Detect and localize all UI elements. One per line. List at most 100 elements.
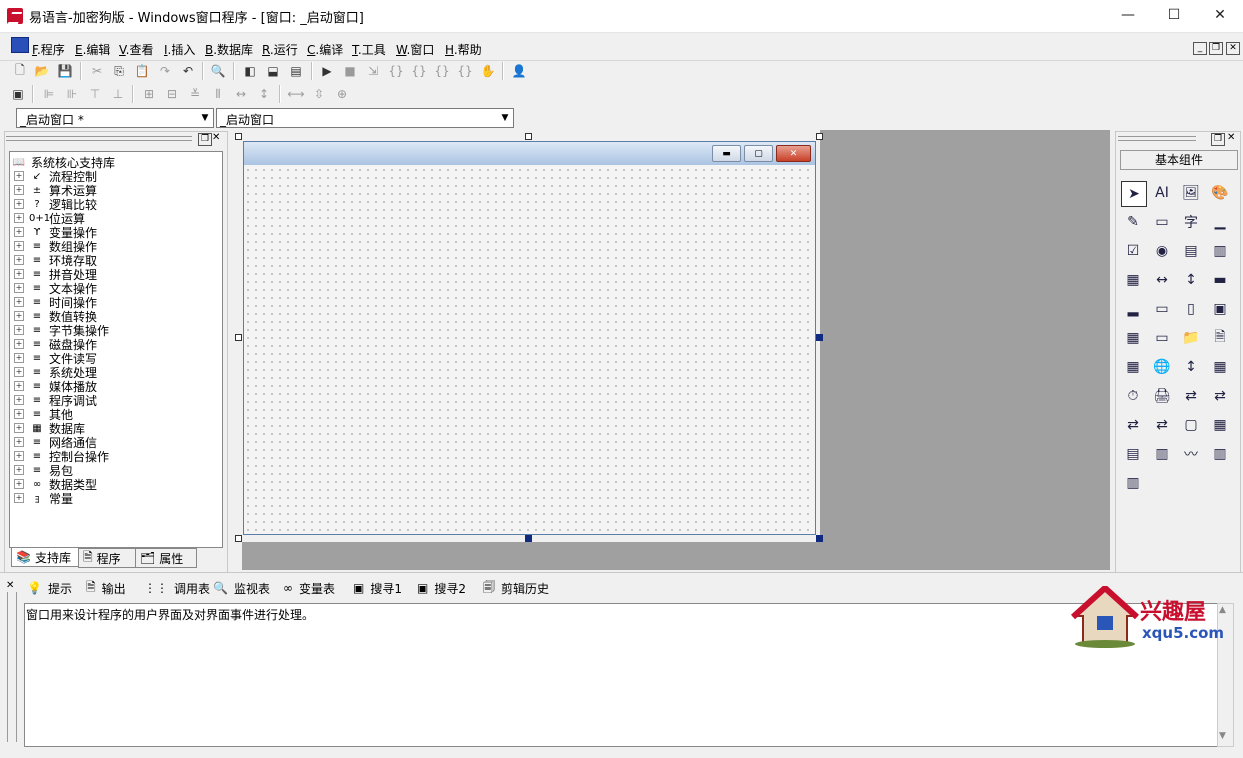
combobox-icon[interactable]: ▥ <box>1208 239 1232 263</box>
picture-icon[interactable]: 🖼 <box>1179 181 1203 205</box>
resize-handle[interactable] <box>235 334 242 341</box>
menu-program[interactable]: F.程序 <box>32 41 65 58</box>
resize-handle[interactable] <box>816 133 823 140</box>
panel-restore-icon[interactable]: ❐ <box>198 133 212 146</box>
mdi-restore-icon[interactable]: ❐ <box>1209 42 1223 55</box>
document-icon[interactable] <box>11 37 29 53</box>
panel-icon[interactable]: ▯ <box>1179 297 1203 321</box>
expand-icon[interactable]: + <box>14 241 24 251</box>
expand-icon[interactable]: + <box>14 451 24 461</box>
expand-icon[interactable]: + <box>14 479 24 489</box>
object-selector[interactable]: _启动窗口 * ▼ <box>16 108 214 128</box>
shape-icon[interactable]: 🎨 <box>1208 181 1232 205</box>
expand-icon[interactable]: + <box>14 367 24 377</box>
layout-left-icon[interactable]: ◧ <box>241 62 259 80</box>
progress-icon[interactable]: ▬ <box>1208 268 1232 292</box>
align-right-icon[interactable]: ⊪ <box>63 85 81 103</box>
run-icon[interactable]: ▶ <box>318 62 336 80</box>
minimize-button[interactable]: — <box>1105 0 1151 30</box>
tab-hint[interactable]: 💡 提示 <box>27 578 72 598</box>
find-icon[interactable]: 🔍 <box>209 62 227 80</box>
library-tree[interactable]: 📖 系统核心支持库 + ↙ 流程控制 + ± 算术运算 +? 逻辑比较 +0+1 位运算 + ϒ 变量操… <box>9 151 223 548</box>
tab-clip-history[interactable]: 🗐 剪辑历史 <box>483 578 549 598</box>
text-icon[interactable]: 字 <box>1179 210 1203 234</box>
menu-insert[interactable]: I.插入 <box>164 41 195 58</box>
stop-icon[interactable]: ■ <box>341 62 359 80</box>
label-icon[interactable]: AI <box>1150 181 1174 205</box>
chevron-down-icon[interactable]: ▼ <box>197 109 213 127</box>
menu-database[interactable]: B.数据库 <box>205 41 253 58</box>
panel-close-icon[interactable]: ✕ <box>1227 132 1235 143</box>
tab-search2[interactable]: ▣ 搜寻2 <box>417 578 466 598</box>
toolbar-icon[interactable]: ▦ <box>1208 355 1232 379</box>
server-icon[interactable]: ⇄ <box>1150 413 1174 437</box>
data-source-icon[interactable]: ▥ <box>1150 442 1174 466</box>
globe-icon[interactable]: 🌐 <box>1150 355 1174 379</box>
tab-variables[interactable]: ∞ 变量表 <box>283 578 335 598</box>
checkbox-icon[interactable]: ☑ <box>1121 239 1145 263</box>
printer-icon[interactable]: 🖨 <box>1150 384 1174 408</box>
same-height-icon[interactable]: ≚ <box>186 85 204 103</box>
socket-icon[interactable]: ⇄ <box>1121 413 1145 437</box>
document-icon[interactable]: 🗎 <box>1208 326 1232 350</box>
cut-icon[interactable]: ✂ <box>88 62 106 80</box>
paste-icon[interactable]: 📋 <box>133 62 151 80</box>
menu-help[interactable]: H.帮助 <box>445 41 482 58</box>
redo-icon[interactable]: ↷ <box>156 62 174 80</box>
maximize-button[interactable]: ☐ <box>1151 0 1197 30</box>
run-to-cursor-icon[interactable]: {} <box>456 62 474 80</box>
hint-output-box[interactable] <box>24 603 1218 747</box>
align-bottom-icon[interactable]: ⊥ <box>109 85 127 103</box>
expand-icon[interactable]: + <box>14 493 24 503</box>
tab-output[interactable]: 🗎 输出 <box>86 578 126 598</box>
chevron-down-icon[interactable]: ▼ <box>497 109 513 127</box>
stretch-height-icon[interactable]: ⇳ <box>310 85 328 103</box>
edit-box-icon[interactable]: ✎ <box>1121 210 1145 234</box>
tab-properties[interactable]: 🗂 属性 <box>135 548 197 568</box>
menu-compile[interactable]: C.编译 <box>307 41 343 58</box>
radio-icon[interactable]: ◉ <box>1150 239 1174 263</box>
frame-window-icon[interactable]: ▢ <box>1179 413 1203 437</box>
slider-icon[interactable]: ▂ <box>1121 297 1145 321</box>
vscroll-icon[interactable]: ↕ <box>1179 268 1203 292</box>
mdi-close-icon[interactable]: ✕ <box>1226 42 1240 55</box>
step-out-icon[interactable]: {} <box>433 62 451 80</box>
expand-icon[interactable]: + <box>14 437 24 447</box>
calendar-icon[interactable]: ▦ <box>1121 355 1145 379</box>
basic-components-button[interactable]: 基本组件 <box>1120 150 1238 170</box>
spinner-icon[interactable]: ↕ <box>1179 355 1203 379</box>
expand-icon[interactable]: + <box>14 325 24 335</box>
align-top-icon[interactable]: ⊤ <box>86 85 104 103</box>
image-list-icon[interactable]: ▦ <box>1208 413 1232 437</box>
expand-icon[interactable]: + <box>14 199 24 209</box>
menu-edit[interactable]: E.编辑 <box>75 41 110 58</box>
output-close-icon[interactable]: ✕ <box>6 580 14 591</box>
pointer-icon[interactable]: ➤ <box>1121 181 1147 207</box>
tab-search1[interactable]: ▣ 搜寻1 <box>353 578 402 598</box>
panel-close-icon[interactable]: ✕ <box>212 132 220 143</box>
pause-hand-icon[interactable]: ✋ <box>479 62 497 80</box>
expand-icon[interactable]: + <box>14 423 24 433</box>
expand-icon[interactable]: + <box>14 269 24 279</box>
menu-view[interactable]: V.查看 <box>119 41 154 58</box>
step-icon[interactable]: ⇲ <box>364 62 382 80</box>
resize-handle[interactable] <box>235 133 242 140</box>
expand-icon[interactable]: + <box>14 297 24 307</box>
expand-icon[interactable]: + <box>14 465 24 475</box>
timer-icon[interactable]: ⏱ <box>1121 384 1145 408</box>
frame-icon[interactable]: ▭ <box>1150 210 1174 234</box>
layout-bottom-icon[interactable]: ⬓ <box>264 62 282 80</box>
tab-control-icon[interactable]: ▭ <box>1150 297 1174 321</box>
resize-handle[interactable] <box>816 535 823 542</box>
chart-icon[interactable]: 〰 <box>1179 442 1203 466</box>
event-selector[interactable]: _启动窗口 ▼ <box>216 108 514 128</box>
tab-program[interactable]: 🗎 程序 <box>78 548 140 568</box>
statusbar-icon[interactable]: ▭ <box>1150 326 1174 350</box>
expand-icon[interactable]: + <box>14 339 24 349</box>
tab-library[interactable]: 📚 支持库 <box>11 548 85 567</box>
expand-icon[interactable]: + <box>14 311 24 321</box>
hscroll-icon[interactable]: ↔ <box>1150 268 1174 292</box>
same-width-icon[interactable]: ⫴ <box>209 85 227 103</box>
window-icon[interactable]: ▣ <box>1208 297 1232 321</box>
connect-icon[interactable]: ⇄ <box>1179 384 1203 408</box>
